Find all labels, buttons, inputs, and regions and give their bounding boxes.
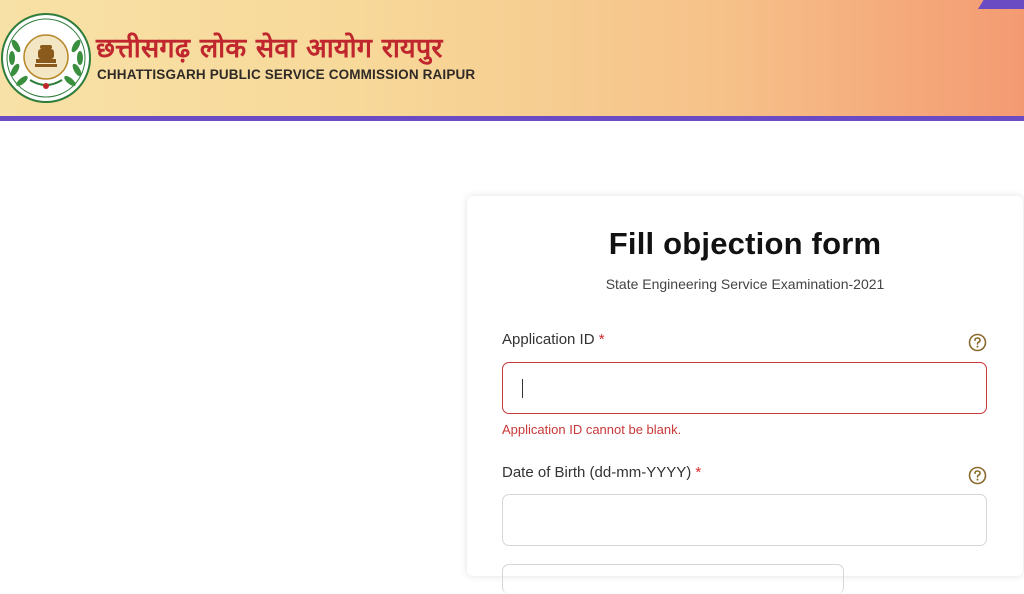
header-corner-accent	[978, 0, 1024, 9]
header-divider	[0, 116, 1024, 121]
form-title: Fill objection form	[608, 226, 882, 261]
commission-title-english: CHHATTISGARH PUBLIC SERVICE COMMISSION R…	[97, 67, 476, 82]
date-of-birth-label-text: Date of Birth (dd-mm-YYYY)	[502, 464, 692, 481]
objection-form-card: Fill objection form State Engineering Se…	[467, 196, 1023, 594]
date-of-birth-label: Date of Birth (dd-mm-YYYY) *	[502, 464, 701, 481]
text-cursor	[522, 379, 523, 398]
question-circle-icon[interactable]	[968, 466, 987, 485]
required-mark: *	[598, 331, 605, 348]
application-id-label-text: Application ID	[502, 331, 595, 348]
application-id-error: Application ID cannot be blank.	[502, 422, 682, 437]
application-id-input[interactable]	[502, 362, 987, 414]
form-subtitle: State Engineering Service Examination-20…	[605, 276, 885, 292]
date-of-birth-input[interactable]	[502, 494, 987, 546]
commission-title-hindi: छत्तीसगढ़ लोक सेवा आयोग रायपुर	[96, 33, 443, 64]
required-mark: *	[695, 464, 702, 481]
application-id-label: Application ID *	[502, 331, 605, 348]
question-circle-icon[interactable]	[968, 333, 987, 352]
state-emblem-icon	[1, 13, 91, 103]
